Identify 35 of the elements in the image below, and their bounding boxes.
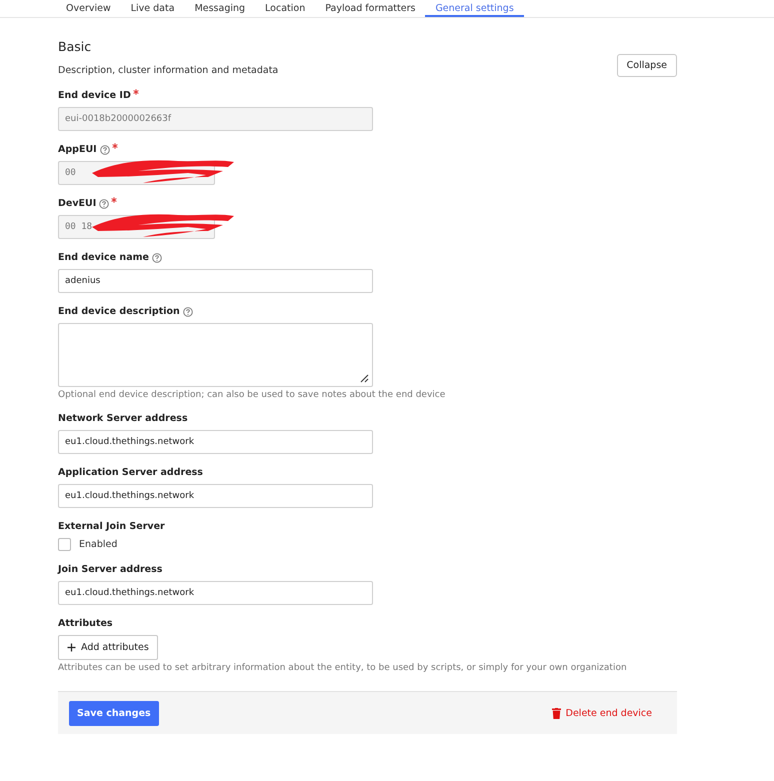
input-field[interactable]: eu1.cloud.thethings.network: [58, 430, 373, 454]
section-subtitle: Description, cluster information and metadata: [58, 65, 278, 76]
field-label: Network Server address: [58, 413, 188, 424]
checkbox-label: Enabled: [79, 539, 118, 550]
field-description: Attributes can be used to set arbitrary information about the entity, to be used by scripts, or simply for your own organization: [58, 663, 628, 673]
plus-icon: [67, 643, 76, 652]
input-field[interactable]: adenius: [58, 269, 373, 293]
field-label: External Join Server: [58, 521, 165, 532]
tab[interactable]: Overview: [56, 0, 121, 17]
field-label: Attributes: [58, 618, 113, 629]
field-label: DevEUI: [58, 198, 96, 209]
resize-handle-icon[interactable]: [359, 373, 369, 383]
field-label: End device ID: [58, 90, 131, 101]
tab[interactable]: Live data: [120, 0, 185, 17]
help-icon[interactable]: [182, 306, 193, 316]
input-field[interactable]: eu1.cloud.thethings.network: [58, 581, 373, 605]
collapse-button[interactable]: Collapse: [616, 54, 677, 77]
help-icon[interactable]: [152, 252, 162, 262]
section-title: Basic: [58, 39, 92, 54]
field-label: AppEUI: [58, 144, 97, 155]
tab[interactable]: Messaging: [184, 0, 256, 17]
field-label: End device description: [58, 306, 180, 317]
field-description: Optional end device description; can also be used to save notes about the end device: [58, 390, 446, 400]
save-button[interactable]: Save changes: [69, 700, 159, 726]
field-label: Application Server address: [58, 467, 203, 478]
tab[interactable]: General settings: [425, 0, 524, 17]
delete-button[interactable]: Delete end device: [546, 706, 658, 720]
tab[interactable]: Payload formatters: [315, 0, 426, 17]
field-label: Join Server address: [58, 564, 162, 575]
tab[interactable]: Location: [255, 0, 316, 17]
checkbox[interactable]: [58, 538, 71, 551]
field-label: End device name: [58, 252, 149, 263]
trash-icon: [552, 708, 561, 718]
add-attributes-button[interactable]: Add attributes: [58, 635, 158, 660]
input-field[interactable]: eu1.cloud.thethings.network: [58, 484, 373, 508]
